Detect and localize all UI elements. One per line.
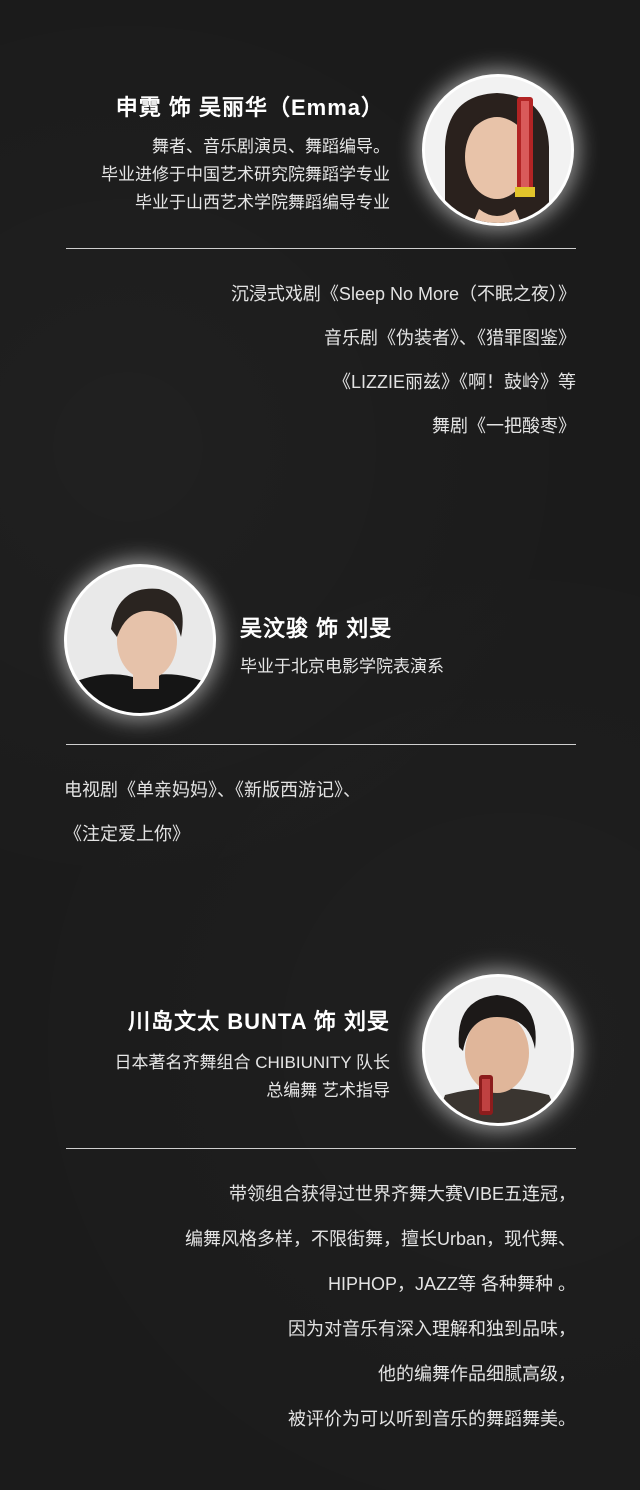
bio-line: 总编舞 艺术指导 xyxy=(266,1081,390,1100)
portrait-illustration xyxy=(425,77,571,223)
work-line: 《LIZZIE丽兹》《啊！鼓岭》等 xyxy=(332,372,576,392)
cast-bio: 舞者、音乐剧演员、舞蹈编导。 毕业进修于中国艺术研究院舞蹈学专业 毕业于山西艺术… xyxy=(101,133,390,217)
cast-page: 申霓 饰 吴丽华（Emma） 舞者、音乐剧演员、舞蹈编导。 毕业进修于中国艺术研… xyxy=(0,0,640,1490)
work-line: 被评价为可以听到音乐的舞蹈舞美。 xyxy=(288,1409,576,1429)
work-line: 电视剧《单亲妈妈》、《新版西游记》、 xyxy=(64,780,361,800)
cast-works: 沉浸式戏剧《Sleep No More（不眠之夜）》 音乐剧《伪装者》、《猎罪图… xyxy=(231,272,576,448)
section-divider xyxy=(66,1148,576,1149)
work-line: 舞剧《一把酸枣》 xyxy=(432,416,576,436)
cast-bio: 毕业于北京电影学院表演系 xyxy=(240,653,444,681)
work-line: 编舞风格多样，不限街舞，擅长Urban，现代舞、 xyxy=(184,1229,576,1249)
work-line: 因为对音乐有深入理解和独到品味， xyxy=(288,1319,576,1339)
bio-line: 毕业于山西艺术学院舞蹈编导专业 xyxy=(135,193,390,212)
cast-name: 申霓 饰 吴丽华（Emma） xyxy=(115,95,384,120)
portrait-photo xyxy=(422,74,574,226)
portrait-photo xyxy=(422,974,574,1126)
cast-bio: 日本著名齐舞组合 CHIBIUNITY 队长 总编舞 艺术指导 xyxy=(115,1049,390,1105)
cast-name: 川岛文太 BUNTA 饰 刘旻 xyxy=(128,1009,390,1034)
bio-line: 舞者、音乐剧演员、舞蹈编导。 xyxy=(152,137,390,156)
bio-line: 日本著名齐舞组合 CHIBIUNITY 队长 xyxy=(114,1053,390,1072)
bio-line: 毕业于北京电影学院表演系 xyxy=(240,657,444,676)
portrait-illustration xyxy=(425,977,571,1123)
portrait-illustration xyxy=(67,567,213,713)
work-line: 《注定爱上你》 xyxy=(64,824,190,844)
work-line: HIPHOP，JAZZ等 各种舞种 。 xyxy=(327,1274,576,1294)
section-divider xyxy=(66,744,576,745)
cast-name: 吴汶骏 饰 刘旻 xyxy=(240,616,393,641)
work-line: 音乐剧《伪装者》、《猎罪图鉴》 xyxy=(324,328,576,348)
cast-works: 带领组合获得过世界齐舞大赛VIBE五连冠， 编舞风格多样，不限街舞，擅长Urba… xyxy=(185,1172,576,1442)
work-line: 带领组合获得过世界齐舞大赛VIBE五连冠， xyxy=(228,1184,576,1204)
cast-works: 电视剧《单亲妈妈》、《新版西游记》、 《注定爱上你》 xyxy=(64,768,361,856)
section-divider xyxy=(66,248,576,249)
bio-line: 毕业进修于中国艺术研究院舞蹈学专业 xyxy=(101,165,390,184)
cast-member-1: 申霓 饰 吴丽华（Emma） 舞者、音乐剧演员、舞蹈编导。 毕业进修于中国艺术研… xyxy=(0,0,640,470)
work-line: 沉浸式戏剧《Sleep No More（不眠之夜）》 xyxy=(230,284,576,304)
work-line: 他的编舞作品细腻高级， xyxy=(378,1364,576,1384)
portrait-photo xyxy=(64,564,216,716)
